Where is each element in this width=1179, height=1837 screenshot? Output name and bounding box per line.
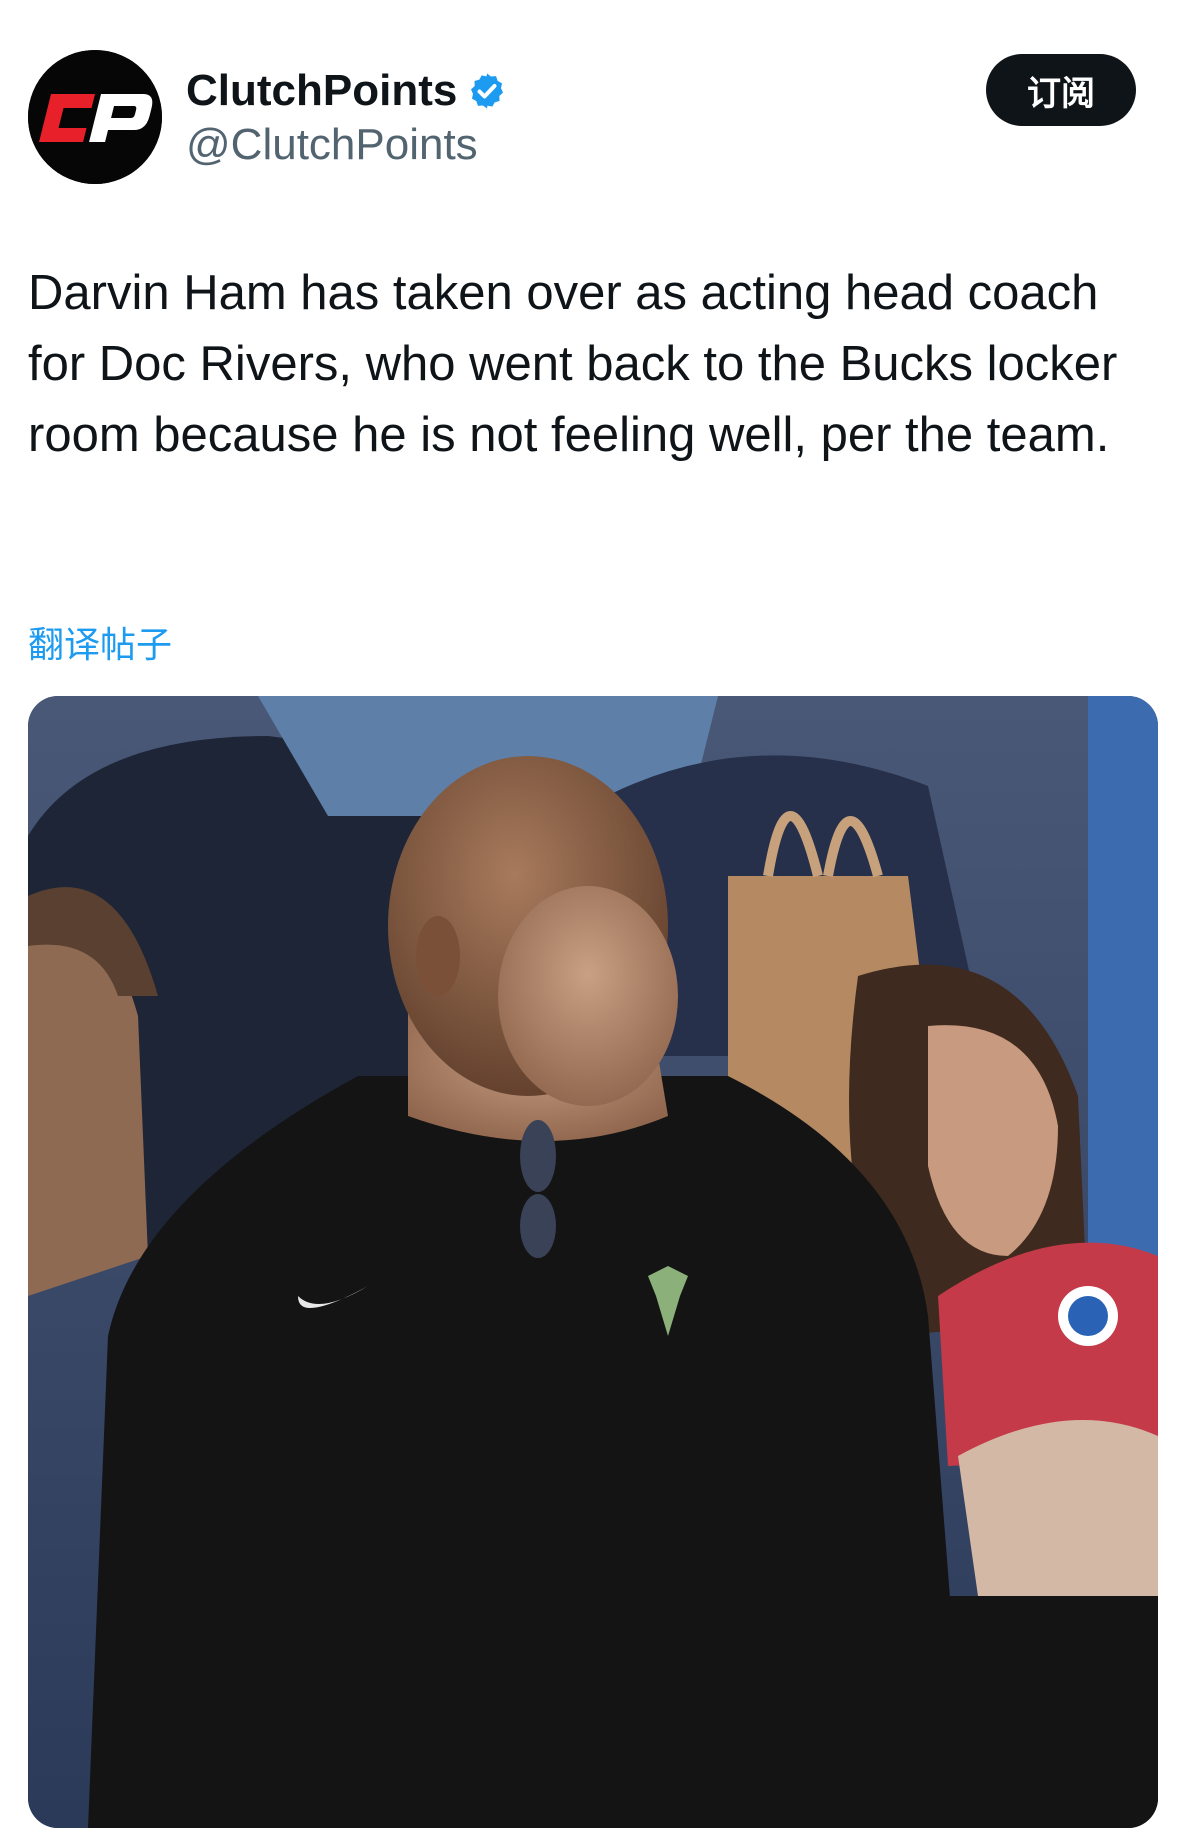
display-name[interactable]: ClutchPoints (186, 66, 457, 116)
tweet-header: ClutchPoints @ClutchPoints 订阅 (28, 50, 1136, 186)
verified-badge-icon (471, 73, 504, 109)
tweet-photo[interactable] (28, 696, 1158, 1828)
photo-image (28, 696, 1158, 1828)
author-name-row: ClutchPoints (186, 62, 507, 120)
translate-post-link[interactable]: 翻译帖子 (28, 616, 172, 668)
clutchpoints-logo-icon (28, 50, 162, 184)
author-handle[interactable]: @ClutchPoints (186, 120, 478, 170)
subscribe-button[interactable]: 订阅 (986, 54, 1136, 126)
tweet-text: Darvin Ham has taken over as acting head… (28, 266, 1118, 462)
avatar[interactable] (28, 50, 162, 184)
